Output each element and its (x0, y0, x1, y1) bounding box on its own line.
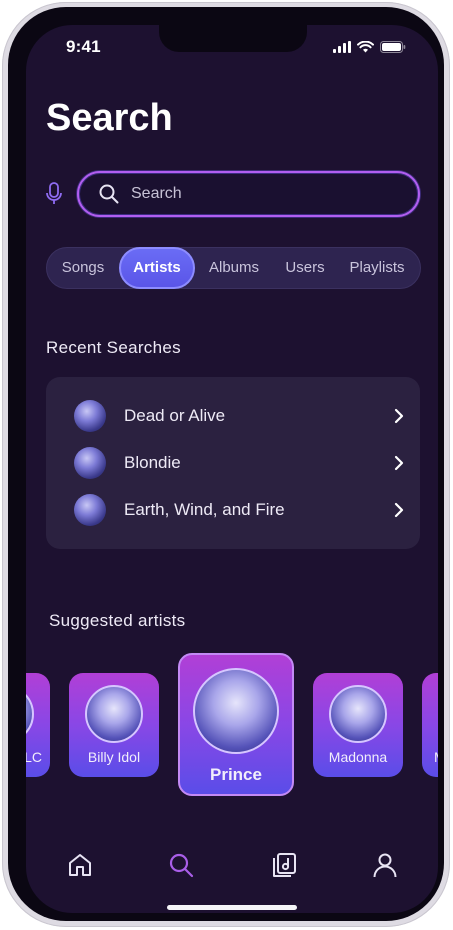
artist-photo (85, 685, 143, 743)
nav-library[interactable] (264, 845, 304, 885)
screen: 9:41 Search Search Songs Artists Albums … (26, 25, 438, 913)
home-icon (69, 854, 91, 876)
library-icon (273, 853, 296, 877)
filter-tabs: Songs Artists Albums Users Playlists (46, 247, 421, 289)
chevron-right-icon (394, 408, 404, 424)
tab-songs[interactable]: Songs (47, 247, 119, 289)
artist-avatar (74, 447, 106, 479)
signal-icon (333, 41, 351, 53)
nav-home[interactable] (60, 845, 100, 885)
bottom-nav (26, 845, 438, 885)
search-icon (169, 853, 194, 878)
artist-photo (193, 668, 279, 754)
recent-searches-card: Dead or Alive Blondie Earth, Wind, and F… (46, 377, 420, 549)
search-box[interactable] (77, 171, 420, 217)
artist-card[interactable]: Madonna (313, 673, 403, 777)
artist-card[interactable]: M (422, 673, 438, 777)
tab-playlists[interactable]: Playlists (337, 247, 417, 289)
artist-name: M (422, 749, 438, 765)
phone-frame: 9:41 Search Search Songs Artists Albums … (2, 2, 450, 927)
artist-name: Madonna (328, 749, 388, 765)
artist-card[interactable]: LC (26, 673, 50, 777)
artist-card[interactable]: Billy Idol (69, 673, 159, 777)
status-icons (333, 41, 406, 53)
artist-name: Billy Idol (87, 749, 141, 765)
tab-albums[interactable]: Albums (195, 247, 273, 289)
artist-avatar (74, 400, 106, 432)
artist-name: LC (26, 749, 42, 765)
artist-photo (329, 685, 387, 743)
recent-searches-title: Recent Searches (46, 338, 181, 357)
status-time: 9:41 (66, 37, 101, 56)
page-title: Search (46, 97, 173, 139)
recent-item-label: Blondie (124, 453, 181, 472)
home-indicator (167, 905, 297, 910)
battery-icon (380, 41, 406, 53)
recent-item-label: Dead or Alive (124, 406, 226, 425)
microphone-icon[interactable] (46, 182, 62, 211)
tab-artists[interactable]: Artists (119, 247, 195, 289)
nav-profile[interactable] (365, 845, 405, 885)
phone-bezel: 9:41 Search Search Songs Artists Albums … (8, 7, 444, 921)
search-icon (99, 184, 119, 204)
recent-item[interactable]: Blondie (74, 443, 404, 483)
notch (159, 25, 307, 52)
artist-name: Prince (210, 765, 262, 784)
artist-photo (26, 685, 34, 743)
wifi-icon (357, 41, 374, 53)
artist-avatar (74, 494, 106, 526)
chevron-right-icon (394, 502, 404, 518)
search-input[interactable] (131, 185, 381, 203)
recent-item[interactable]: Earth, Wind, and Fire (74, 490, 404, 530)
suggested-artists-title: Suggested artists (49, 611, 186, 630)
chevron-right-icon (394, 455, 404, 471)
tab-users[interactable]: Users (273, 247, 337, 289)
suggested-artists-carousel: LC Billy Idol Prince Madonna M (26, 653, 438, 803)
recent-item-label: Earth, Wind, and Fire (124, 500, 285, 519)
artist-card-featured[interactable]: Prince (178, 653, 294, 796)
recent-item[interactable]: Dead or Alive (74, 396, 404, 436)
nav-search[interactable] (161, 845, 201, 885)
profile-icon (373, 853, 397, 878)
